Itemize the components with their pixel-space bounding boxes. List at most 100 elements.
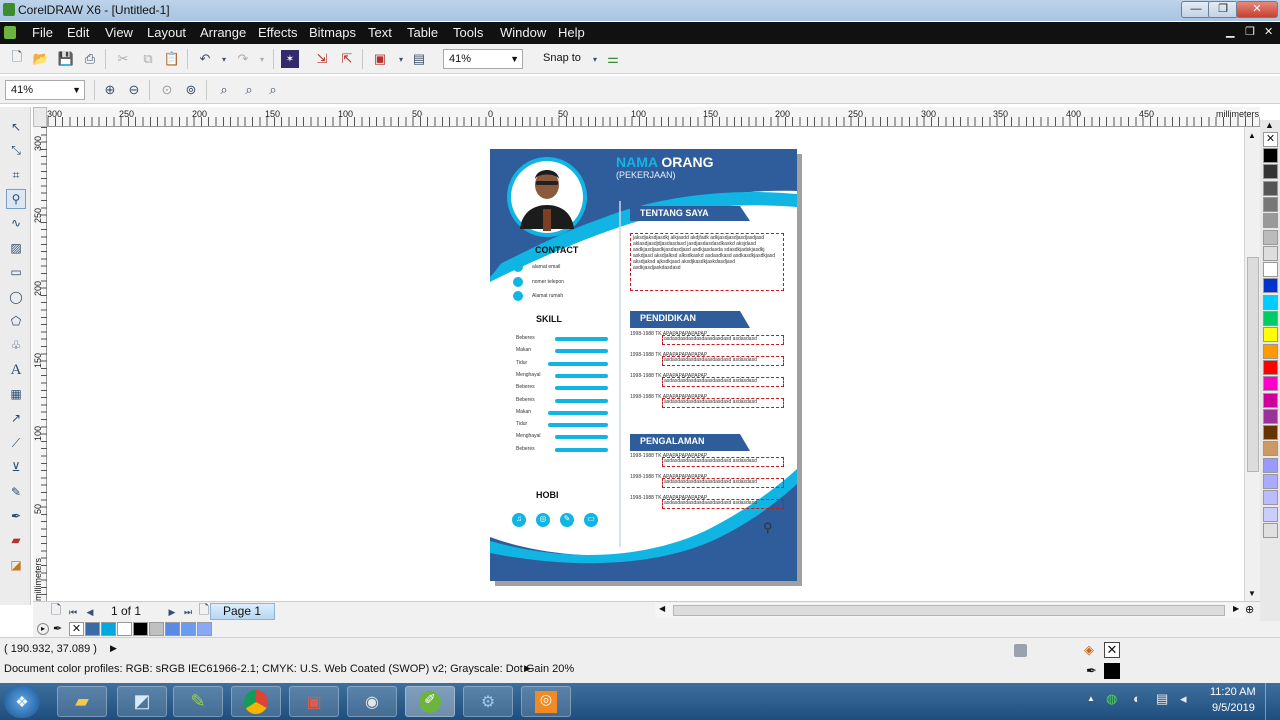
doc-close-icon[interactable]: ✕ <box>1264 25 1273 38</box>
fill-none-swatch[interactable]: ✕ <box>1104 642 1120 658</box>
palette-swatch[interactable] <box>1263 180 1278 196</box>
eyedropper-icon[interactable]: ✒ <box>53 622 62 635</box>
connector-tool-icon[interactable]: ⟋ <box>6 433 26 453</box>
resume-page[interactable]: NAMA ORANG (PEKERJAAN) TENTANG SAYA PEND… <box>490 149 797 581</box>
contact-heading[interactable]: CONTACT <box>535 245 578 255</box>
palette-play-icon[interactable]: ▸ <box>37 623 49 635</box>
scroll-up-icon[interactable]: ▲ <box>1248 131 1256 140</box>
open-icon[interactable]: 📂 <box>32 50 50 68</box>
experience-entry-description[interactable]: asdasdasdasdasdaasdasdasd asdasdasd <box>662 457 784 467</box>
palette-swatch[interactable] <box>1263 506 1278 522</box>
skill-row[interactable]: Beberes <box>516 396 616 406</box>
profile-arrow-icon[interactable]: ▶ <box>524 663 531 674</box>
zoom-to-page-height-icon[interactable]: ⌕ <box>264 81 282 99</box>
welcome-screen-icon[interactable]: ▤ <box>410 50 428 68</box>
horizontal-scroll-thumb[interactable] <box>673 605 1225 616</box>
zoom-to-all-objects-icon[interactable]: ⊚ <box>182 81 200 99</box>
palette-swatch[interactable] <box>1263 164 1278 180</box>
table-tool-icon[interactable]: ▦ <box>6 384 26 404</box>
save-icon[interactable]: 💾 <box>57 50 75 68</box>
close-button[interactable]: ✕ <box>1236 1 1278 18</box>
vertical-scroll-thumb[interactable] <box>1247 257 1259 472</box>
menu-window[interactable]: Window <box>500 25 546 40</box>
taskbar-app[interactable]: ◉ <box>347 686 397 717</box>
palette-swatch[interactable] <box>1263 148 1278 163</box>
document-swatch[interactable] <box>149 622 164 636</box>
resume-job-title[interactable]: (PEKERJAAN) <box>616 170 676 180</box>
zoom-level-dropdown[interactable]: 41% ▼ <box>443 49 523 69</box>
menu-edit[interactable]: Edit <box>67 25 89 40</box>
scroll-right-icon[interactable]: ▶ <box>1233 604 1239 613</box>
vertical-ruler[interactable]: 300 250 200 150 100 50 millimeters <box>33 127 47 603</box>
zoom-out-icon[interactable]: ⊖ <box>125 81 143 99</box>
hobi-heading[interactable]: HOBI <box>536 490 559 500</box>
show-desktop-button[interactable] <box>1265 683 1280 720</box>
basic-shapes-tool-icon[interactable]: ♧ <box>6 335 26 355</box>
skill-row[interactable]: Beberes <box>516 445 616 455</box>
menu-effects[interactable]: Effects <box>258 25 298 40</box>
education-entry-description[interactable]: asdasdasdasdasdaasdasdasd asdasdasd <box>662 356 784 366</box>
tray-volume-icon[interactable]: ◂ <box>1180 691 1187 707</box>
skill-row[interactable]: Makan <box>516 346 616 356</box>
contact-address[interactable]: Alamat rumah <box>532 293 563 299</box>
blend-tool-icon[interactable]: ⊻ <box>6 457 26 477</box>
clock-time[interactable]: 11:20 AM <box>1210 686 1256 698</box>
polygon-tool-icon[interactable]: ⬠ <box>6 311 26 331</box>
text-tool-icon[interactable]: A <box>6 360 26 380</box>
skill-row[interactable]: Menghayal <box>516 371 616 381</box>
smart-fill-tool-icon[interactable]: ▨ <box>6 238 26 258</box>
shape-tool-icon[interactable]: ⤡ <box>6 140 26 160</box>
interactive-fill-tool-icon[interactable]: ◪ <box>6 555 26 575</box>
ellipse-tool-icon[interactable]: ◯ <box>6 287 26 307</box>
palette-swatch[interactable] <box>1263 229 1278 245</box>
dimension-tool-icon[interactable]: ↗ <box>6 408 26 428</box>
menu-file[interactable]: File <box>32 25 53 40</box>
education-entry-description[interactable]: asdasdasdasdasdaasdasdasd asdasdasd <box>662 335 784 345</box>
menu-view[interactable]: View <box>105 25 133 40</box>
document-swatch[interactable] <box>85 622 100 636</box>
freehand-tool-icon[interactable]: ∿ <box>6 213 26 233</box>
menu-text[interactable]: Text <box>368 25 392 40</box>
redo-icon[interactable]: ↷ <box>234 50 252 68</box>
restore-button[interactable]: ❐ <box>1208 1 1238 18</box>
launcher-dropdown-icon[interactable]: ▾ <box>392 50 410 68</box>
taskbar-app[interactable]: ◎ <box>521 686 571 717</box>
palette-swatch[interactable] <box>1263 294 1278 310</box>
experience-entry-description[interactable]: asdasdasdasdasdaasdasdasd asdasdasd <box>662 478 784 488</box>
palette-swatch[interactable] <box>1263 245 1278 261</box>
horizontal-scrollbar[interactable]: ◀ ▶ <box>655 603 1245 618</box>
contact-phone[interactable]: nomer telepon <box>532 279 564 285</box>
taskbar-chrome[interactable] <box>231 686 281 717</box>
palette-swatch[interactable] <box>1263 425 1278 441</box>
no-color-swatch[interactable]: ✕ <box>69 622 84 636</box>
taskbar-app[interactable]: ◩ <box>117 686 167 717</box>
about-text-frame[interactable]: jaksdjaksdjasdkj alkjasdd akdjfadk adkja… <box>630 233 784 291</box>
palette-swatch[interactable] <box>1263 196 1278 212</box>
palette-swatch[interactable] <box>1263 213 1278 229</box>
first-page-icon[interactable]: ⏮ <box>64 603 82 621</box>
undo-dropdown-icon[interactable]: ▾ <box>215 50 233 68</box>
outline-pen-tool-icon[interactable]: ✒ <box>6 506 26 526</box>
experience-entry-description[interactable]: asdasdasdasdasdaasdasdasd asdasdasd <box>662 499 784 509</box>
section-pendidikan[interactable]: PENDIDIKAN <box>640 313 696 323</box>
import-icon[interactable]: ⇲ <box>313 50 331 68</box>
education-entry-description[interactable]: asdasdasdasdasdaasdasdasd asdasdasd <box>662 398 784 408</box>
no-color-swatch[interactable]: ✕ <box>1263 132 1278 147</box>
search-content-icon[interactable]: ✶ <box>281 50 299 68</box>
minimize-button[interactable]: — <box>1181 1 1211 18</box>
palette-swatch[interactable] <box>1263 522 1278 538</box>
outline-black-swatch[interactable] <box>1104 663 1120 679</box>
pick-tool-icon[interactable]: ↖ <box>6 117 26 137</box>
quick-zoom-icon[interactable]: ⊕ <box>1245 603 1254 616</box>
palette-swatch[interactable] <box>1263 457 1278 473</box>
skill-row[interactable]: Beberes <box>516 334 616 344</box>
palette-swatch[interactable] <box>1263 311 1278 326</box>
taskbar-coreldraw[interactable]: ✐ <box>405 686 455 717</box>
fill-tool-icon[interactable]: ▰ <box>6 530 26 550</box>
document-swatch[interactable] <box>101 622 116 636</box>
ruler-origin[interactable] <box>33 107 47 127</box>
tray-sync-icon[interactable]: ◍ <box>1106 691 1117 707</box>
new-document-icon[interactable]: 🗋 <box>8 49 26 68</box>
add-page-before-icon[interactable]: 🗋 <box>47 602 65 621</box>
tray-network-icon[interactable]: ▤ <box>1156 691 1168 707</box>
